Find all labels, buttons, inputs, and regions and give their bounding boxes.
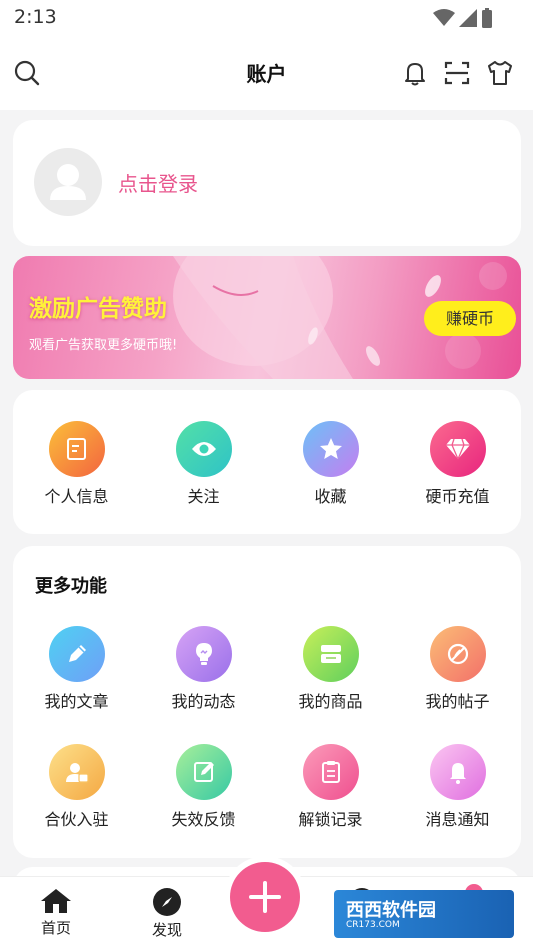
no-edit-icon [429, 626, 486, 682]
menu-item-label: 我的帖子 [425, 692, 490, 711]
signal-icon [459, 9, 477, 27]
edit-note-icon [48, 421, 105, 477]
star-icon [302, 421, 359, 477]
status-time: 2:13 [14, 6, 57, 28]
quick-action-label: 硬币充值 [425, 487, 490, 506]
wifi-icon [433, 9, 455, 26]
menu-item-label: 我的文章 [44, 692, 109, 711]
system-icons [433, 8, 493, 28]
login-link[interactable]: 点击登录 [118, 168, 198, 197]
menu-item-my-articles[interactable]: 我的文章 [13, 626, 140, 712]
battery-icon [482, 8, 492, 28]
quick-action-label: 收藏 [314, 487, 347, 506]
menu-item-label: 合伙入驻 [44, 810, 109, 829]
banner-title: 激励广告赞助 [29, 296, 167, 322]
menu-item-my-posts-feed[interactable]: 我的动态 [140, 626, 267, 712]
menu-item-label: 消息通知 [425, 810, 490, 829]
compass-icon [153, 888, 181, 916]
login-card[interactable]: 点击登录 [13, 120, 521, 246]
tab-label: 首页 [40, 919, 71, 937]
earn-coins-button[interactable]: 赚硬币 [424, 301, 516, 336]
quick-action-label: 个人信息 [44, 487, 109, 506]
plus-icon [249, 881, 281, 913]
menu-item-my-threads[interactable]: 我的帖子 [394, 626, 521, 712]
scan-icon[interactable] [442, 58, 472, 88]
menu-item-label: 失效反馈 [171, 810, 236, 829]
tab-home[interactable]: 首页 [26, 887, 86, 938]
home-icon [41, 889, 71, 913]
user-badge-icon [48, 744, 105, 800]
watermark-subtext: CR173.COM [346, 920, 400, 930]
quick-actions-card: 个人信息 关注 收藏 硬币充值 [13, 390, 521, 534]
quick-action-profile[interactable]: 个人信息 [13, 421, 140, 507]
quick-action-recharge[interactable]: 硬币充值 [394, 421, 521, 507]
default-avatar-icon [50, 164, 86, 200]
lightbulb-icon [175, 626, 232, 682]
tshirt-icon[interactable] [485, 58, 515, 88]
banner-subtitle: 观看广告获取更多硬币哦! [29, 338, 178, 353]
watermark-text: 西西软件园 [346, 900, 436, 921]
quick-action-label: 关注 [187, 487, 220, 506]
bell-icon [429, 744, 486, 800]
quick-action-favorites[interactable]: 收藏 [267, 421, 394, 507]
quick-action-follow[interactable]: 关注 [140, 421, 267, 507]
menu-item-label: 解锁记录 [298, 810, 363, 829]
menu-item-notifications[interactable]: 消息通知 [394, 744, 521, 830]
status-bar: 2:13 [0, 0, 533, 36]
menu-item-partner[interactable]: 合伙入驻 [13, 744, 140, 830]
watermark-logo: 西西软件园 CR173.COM [334, 890, 514, 938]
app-header: 账户 [0, 36, 533, 110]
feedback-edit-icon [175, 744, 232, 800]
menu-item-label: 我的商品 [298, 692, 363, 711]
menu-item-unlock-records[interactable]: 解锁记录 [267, 744, 394, 830]
shop-icon [302, 626, 359, 682]
avatar[interactable] [34, 148, 102, 216]
section-title: 更多功能 [35, 576, 107, 597]
bell-icon[interactable] [400, 58, 430, 88]
clipboard-icon [302, 744, 359, 800]
menu-item-my-products[interactable]: 我的商品 [267, 626, 394, 712]
more-functions-card: 更多功能 我的文章 我的动态 我的商品 我的帖子 合伙入驻 失效反馈 解锁记录 … [13, 546, 521, 858]
pencil-icon [48, 626, 105, 682]
ad-banner[interactable]: 激励广告赞助 观看广告获取更多硬币哦! 赚硬币 [13, 256, 521, 379]
eye-icon [175, 421, 232, 477]
menu-item-label: 我的动态 [171, 692, 236, 711]
diamond-icon [429, 421, 486, 477]
tab-label: 发现 [151, 921, 182, 939]
create-post-button[interactable] [230, 862, 300, 932]
menu-item-invalid-feedback[interactable]: 失效反馈 [140, 744, 267, 830]
tab-discover[interactable]: 发现 [137, 887, 197, 940]
